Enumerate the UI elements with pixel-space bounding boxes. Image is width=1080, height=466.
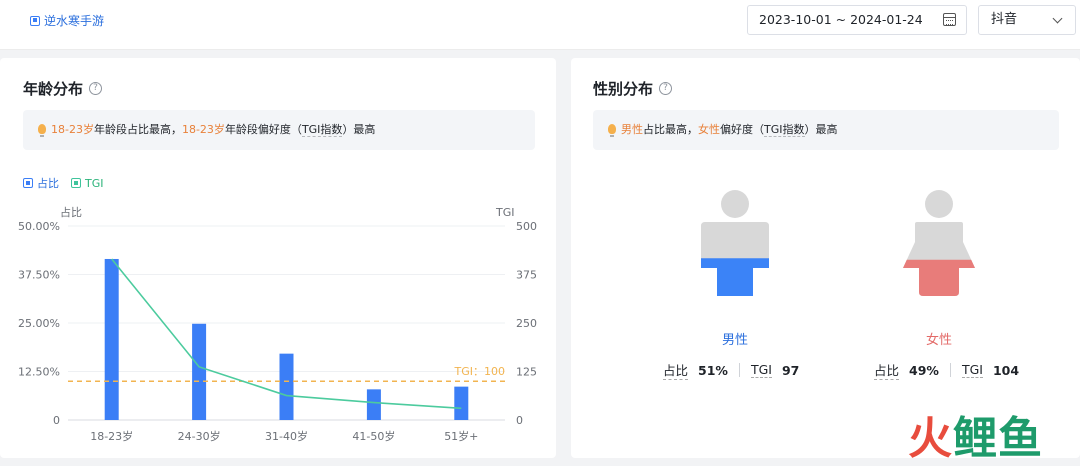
insight-male: 男性	[621, 123, 643, 136]
y-tick-right: 500	[516, 220, 537, 233]
lightbulb-icon	[608, 124, 616, 137]
x-tick-label: 31-40岁	[265, 429, 308, 443]
platform-select[interactable]: 抖音	[978, 5, 1076, 35]
y-axis-right-title: TGI	[495, 206, 515, 219]
insight-text: ）最高	[342, 123, 376, 136]
bar-51岁+	[454, 386, 469, 420]
age-card-title: 年龄分布 ?	[23, 78, 103, 99]
gender-distribution-card: 性别分布 ? 男性占比最高，女性偏好度（TGI指数）最高 男性 占比 51% T…	[571, 58, 1080, 458]
legend-square-icon	[23, 178, 33, 188]
platform-value: 抖音	[991, 12, 1018, 27]
chevron-down-icon	[1052, 13, 1063, 24]
y-tick-right: 0	[516, 414, 523, 427]
y-tick-left: 50.00%	[18, 220, 60, 233]
age-distribution-card: 年龄分布 ? 18-23岁年龄段占比最高，18-23岁年龄段偏好度（TGI指数）…	[0, 58, 556, 458]
male-label: 男性	[721, 333, 748, 348]
female-head	[925, 190, 953, 218]
female-tgi-value: 104	[992, 362, 1020, 378]
date-range-value: 2023-10-01 ~ 2024-01-24	[759, 12, 923, 27]
watermark-logo: 火鲤鱼	[908, 413, 1043, 464]
date-range-picker[interactable]: 2023-10-01 ~ 2024-01-24	[747, 5, 967, 35]
gender-title-text: 性别分布	[593, 80, 654, 98]
male-share-value: 51%	[698, 362, 728, 378]
male-share-label[interactable]: 占比	[663, 360, 689, 380]
legend-tgi-label: TGI	[85, 176, 104, 190]
female-tgi-label[interactable]: TGI	[961, 362, 983, 378]
insight-text: 年龄段占比最高，	[93, 123, 182, 136]
app-tag[interactable]: 逆水寒手游	[30, 12, 104, 29]
gender-insight: 男性占比最高，女性偏好度（TGI指数）最高	[593, 110, 1059, 150]
bar-18-23岁	[104, 258, 119, 420]
female-figure-icon	[903, 190, 975, 296]
insight-text: 占比最高，	[643, 123, 698, 136]
gender-card-title: 性别分布 ?	[593, 78, 673, 99]
female-share-value: 49%	[909, 362, 939, 378]
x-tick-label: 18-23岁	[90, 429, 133, 443]
help-icon[interactable]: ?	[659, 82, 673, 95]
divider	[738, 363, 740, 377]
y-tick-left: 25.00%	[18, 317, 60, 330]
male-stats: 占比 51% TGI 97	[663, 360, 810, 380]
chart-legend: 占比 TGI	[23, 175, 104, 191]
y-tick-left: 37.50%	[18, 269, 60, 282]
y-tick-right: 250	[516, 317, 537, 330]
female-stats: 占比 49% TGI 104	[874, 360, 1030, 380]
insight-text: ）最高	[804, 123, 838, 136]
x-tick-label: 24-30岁	[178, 429, 221, 443]
divider	[949, 363, 951, 377]
bar-31-40岁	[279, 353, 294, 420]
legend-share-label: 占比	[37, 177, 59, 190]
male-figure-icon	[701, 190, 769, 296]
y-tick-right: 375	[516, 269, 537, 282]
y-tick-left: 0	[53, 414, 60, 427]
age-chart: 占比 TGI 0 0 12.50% 125 25.00% 250 37.50% 375 50.00%…	[18, 205, 537, 443]
insight-female: 女性	[698, 123, 720, 136]
insight-text: 年龄段偏好度（	[224, 123, 302, 136]
insight-text: 偏好度（	[720, 123, 764, 136]
y-tick-left: 12.50%	[18, 366, 60, 379]
lightbulb-icon	[38, 124, 46, 137]
male-tgi-value: 97	[781, 362, 800, 378]
bar-24-30岁	[192, 323, 207, 420]
bar-41-50岁	[366, 389, 381, 420]
tgi-reference-label: TGI：100	[454, 365, 505, 378]
age-title-text: 年龄分布	[23, 80, 84, 98]
male-tgi-label[interactable]: TGI	[750, 362, 772, 378]
y-axis-left-title: 占比	[60, 205, 82, 219]
legend-square-icon	[71, 178, 81, 188]
x-tick-label: 51岁+	[444, 429, 478, 443]
help-icon[interactable]: ?	[89, 82, 103, 95]
calendar-icon	[943, 13, 956, 26]
legend-tgi[interactable]: TGI	[71, 175, 104, 191]
tgi-term[interactable]: TGI指数	[301, 123, 343, 137]
top-filter-bar: 逆水寒手游 2023-10-01 ~ 2024-01-24 抖音	[0, 0, 1080, 50]
checkbox-icon	[30, 15, 40, 26]
female-share-label[interactable]: 占比	[874, 360, 900, 380]
legend-share[interactable]: 占比	[23, 175, 59, 191]
tgi-term[interactable]: TGI指数	[764, 123, 805, 137]
age-insight: 18-23岁年龄段占比最高，18-23岁年龄段偏好度（TGI指数）最高	[23, 110, 535, 150]
insight-age-segment: 18-23岁	[51, 123, 94, 136]
female-label: 女性	[925, 333, 952, 348]
male-head	[721, 190, 749, 218]
app-name: 逆水寒手游	[44, 14, 105, 28]
insight-age-segment: 18-23岁	[181, 123, 225, 136]
x-tick-label: 41-50岁	[352, 429, 395, 443]
y-tick-right: 125	[516, 366, 537, 379]
